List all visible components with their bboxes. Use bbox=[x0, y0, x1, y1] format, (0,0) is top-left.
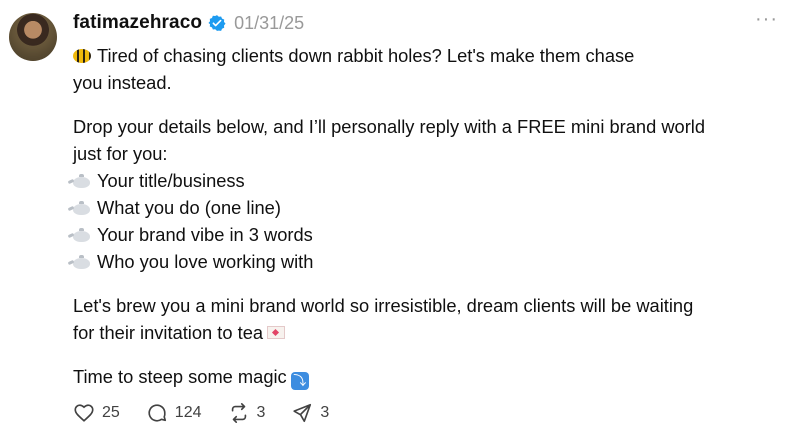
post-body: Tired of chasing clients down rabbit hol… bbox=[73, 42, 773, 390]
post-line: Let's brew you a mini brand world so irr… bbox=[73, 295, 694, 316]
share-count: 3 bbox=[320, 404, 330, 421]
post-line: Drop your details below, and I’ll person… bbox=[73, 116, 706, 137]
heart-icon bbox=[74, 404, 94, 422]
bullet-item: Your brand vibe in 3 words bbox=[73, 221, 773, 248]
comment-icon bbox=[148, 404, 166, 422]
post-line: you instead. bbox=[73, 72, 172, 93]
send-icon bbox=[293, 403, 312, 423]
post-header: fatimazehraco 01/31/25 bbox=[73, 12, 304, 34]
like-count: 25 bbox=[102, 404, 120, 421]
bullet-item: Who you love working with bbox=[73, 248, 773, 275]
share-button[interactable]: 3 bbox=[291, 402, 329, 424]
verified-badge-icon bbox=[208, 15, 226, 31]
repost-icon bbox=[231, 403, 246, 423]
down-arrow-icon: ⤵ bbox=[290, 372, 309, 390]
username[interactable]: fatimazehraco bbox=[73, 12, 202, 34]
like-button[interactable]: 25 bbox=[73, 402, 120, 424]
love-letter-icon bbox=[267, 326, 286, 339]
teapot-icon bbox=[73, 228, 90, 242]
comment-count: 124 bbox=[174, 404, 202, 421]
teapot-icon bbox=[73, 174, 90, 188]
comment-button[interactable]: 124 bbox=[146, 402, 202, 424]
bee-emoji-icon bbox=[73, 49, 91, 63]
avatar[interactable] bbox=[9, 13, 57, 61]
teapot-icon bbox=[73, 255, 90, 269]
repost-button[interactable]: 3 bbox=[228, 402, 266, 424]
bullet-item: What you do (one line) bbox=[73, 194, 773, 221]
more-options-icon[interactable]: ··· bbox=[755, 8, 778, 31]
post-line: just for you: bbox=[73, 143, 168, 164]
bullet-item: Your title/business bbox=[73, 167, 773, 194]
action-bar: 25 124 3 3 bbox=[73, 402, 355, 424]
post-line: Tired of chasing clients down rabbit hol… bbox=[73, 42, 773, 69]
post-date: 01/31/25 bbox=[234, 12, 305, 33]
repost-count: 3 bbox=[256, 404, 266, 421]
post-line: for their invitation to tea bbox=[73, 319, 773, 346]
teapot-icon bbox=[73, 201, 90, 215]
post-line: Time to steep some magic ⤵ bbox=[73, 363, 773, 390]
